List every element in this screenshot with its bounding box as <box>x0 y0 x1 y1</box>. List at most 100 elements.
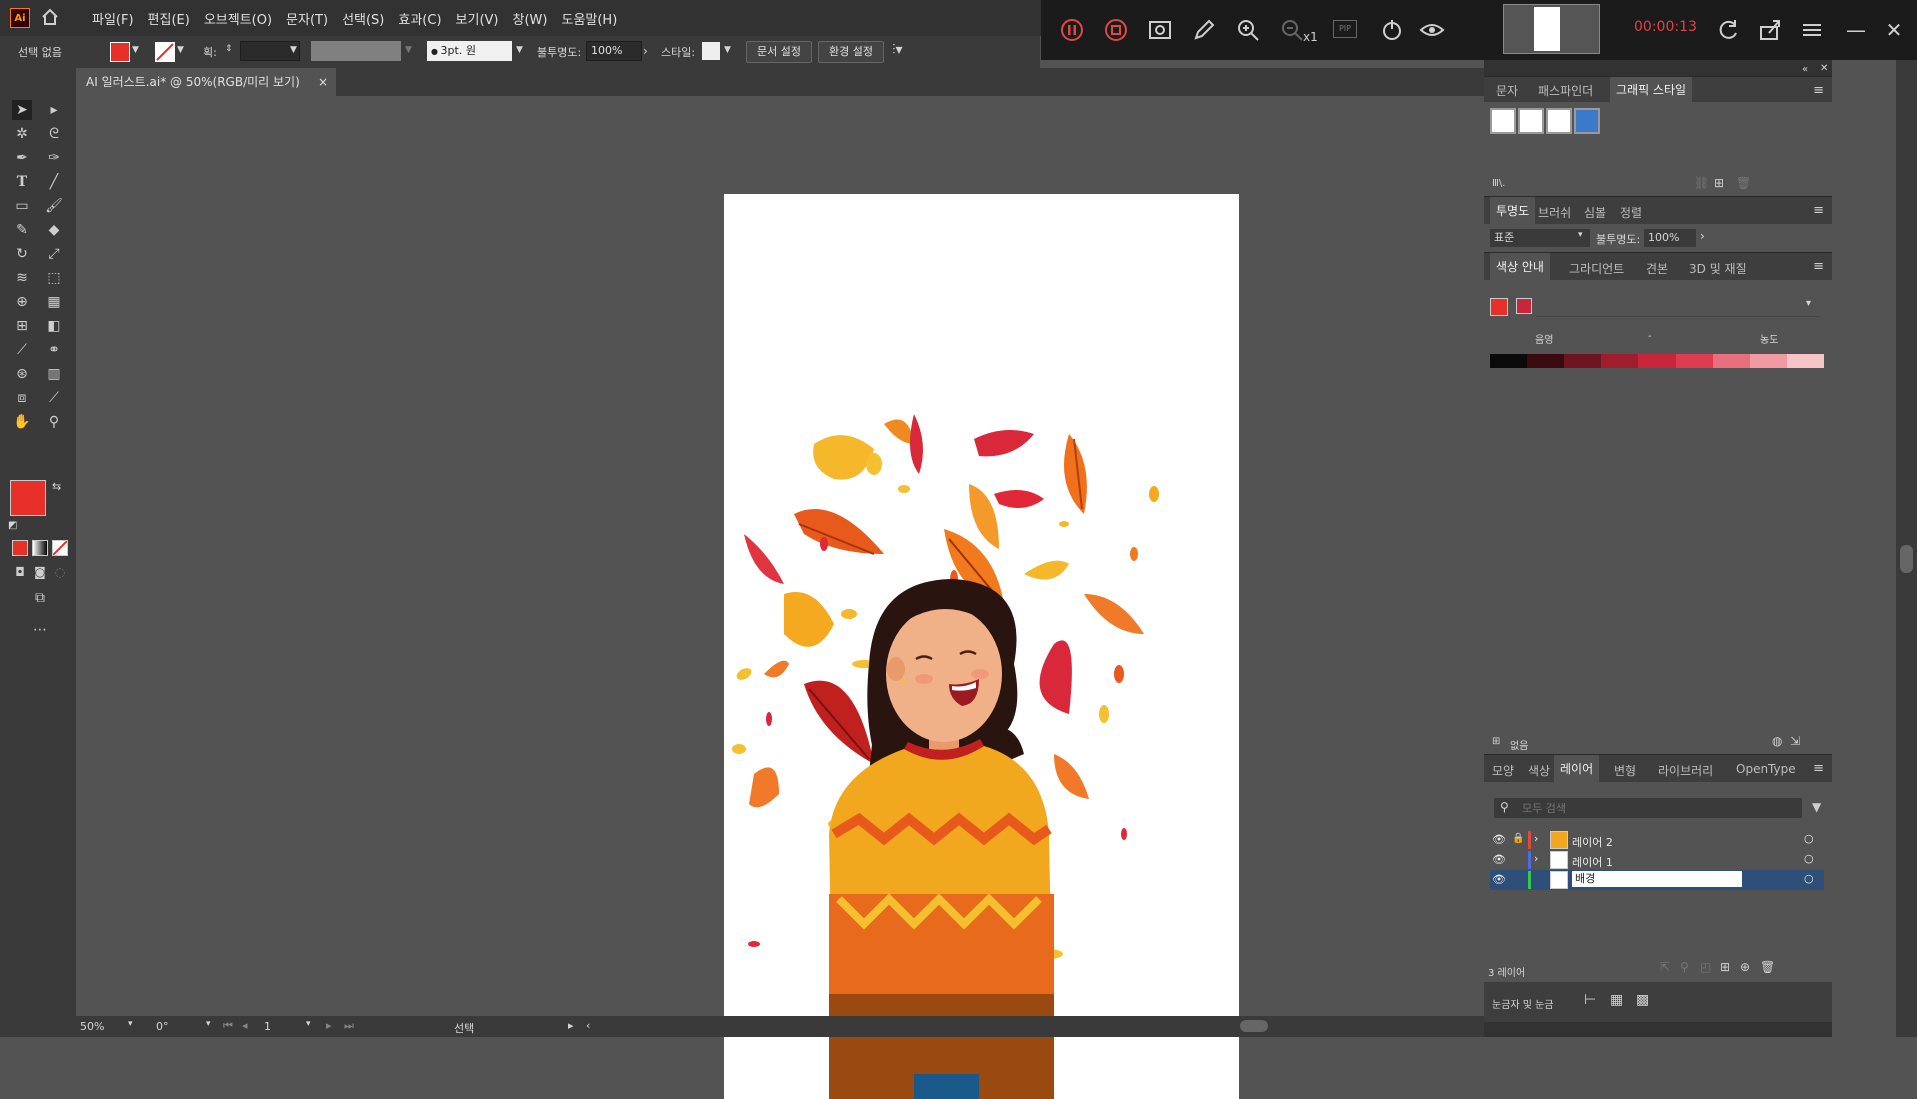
style-blue-swirl[interactable] <box>1574 108 1600 134</box>
next-artboard-icon[interactable]: ▸ <box>326 1019 332 1032</box>
color-mode-icon[interactable] <box>12 540 28 556</box>
guide-color-cell[interactable] <box>1786 354 1824 368</box>
edit-toolbar-icon[interactable]: ⋯ <box>30 620 50 640</box>
guide-color-cell[interactable] <box>1601 354 1639 368</box>
graph-tool-icon[interactable]: ▥ <box>44 364 64 384</box>
export-layer-icon[interactable]: ⇱ <box>1660 960 1670 974</box>
magic-wand-icon[interactable]: ✲ <box>12 124 32 144</box>
fill-swatch[interactable] <box>110 42 130 62</box>
tab-brushes[interactable]: 브러쉬 <box>1538 204 1571 221</box>
new-sublayer-icon[interactable]: ⊞ <box>1720 960 1730 974</box>
slice-tool-icon[interactable]: ⟋ <box>44 388 64 408</box>
hand-tool-icon[interactable]: ✋ <box>12 412 32 432</box>
curvature-tool-icon[interactable]: ✑ <box>44 148 64 168</box>
visibility-icon[interactable]: 👁 <box>1492 853 1506 866</box>
tab-appearance[interactable]: 모양 <box>1492 762 1514 779</box>
menu-window[interactable]: 창(W) <box>513 9 548 28</box>
menu-type[interactable]: 문자(T) <box>286 9 328 28</box>
tab-gradient[interactable]: 그라디언트 <box>1569 260 1624 277</box>
artboard[interactable] <box>724 194 1239 1099</box>
layer-row-background[interactable]: 👁 배경 ○ <box>1490 870 1824 890</box>
menu-select[interactable]: 선택(S) <box>342 9 384 28</box>
type-tool-icon[interactable]: T <box>12 172 32 192</box>
stroke-swatch[interactable] <box>155 42 175 62</box>
guide-color-cell[interactable] <box>1564 354 1602 368</box>
minimize-icon[interactable]: — <box>1843 17 1869 43</box>
opacity-input[interactable]: 100% <box>586 41 642 61</box>
transparency-opacity-expand-icon[interactable]: › <box>1700 229 1705 243</box>
rotation-value[interactable]: 0° <box>156 1020 196 1033</box>
layer-row-2[interactable]: 👁 🔒 › 레이어 2 ○ <box>1490 830 1824 850</box>
paintbrush-icon[interactable]: 🖌 <box>44 196 64 216</box>
style-dropdown-icon[interactable]: ▼ <box>724 45 731 55</box>
export-icon[interactable] <box>1757 17 1783 43</box>
swap-colors-icon[interactable]: ⇆ <box>52 480 61 493</box>
vertical-scroll-thumb[interactable] <box>1900 545 1913 573</box>
graphic-style-swatch[interactable] <box>702 42 720 60</box>
visibility-icon[interactable]: 👁 <box>1492 873 1506 886</box>
last-artboard-icon[interactable]: ⏭ <box>344 1019 354 1033</box>
artboard-tool-icon[interactable]: ⧈ <box>12 388 32 408</box>
default-colors-icon[interactable]: ◩ <box>8 520 17 531</box>
refresh-icon[interactable] <box>1715 17 1741 43</box>
swatch-library-icon[interactable]: ⊞ <box>1492 736 1500 747</box>
selection-tool-icon[interactable]: ➤ <box>12 100 32 120</box>
ruler-icon[interactable]: ⊢ <box>1584 992 1596 1008</box>
tab-3d-materials[interactable]: 3D 및 재질 <box>1689 260 1747 277</box>
harmony-dropdown-icon[interactable]: ▾ <box>1806 298 1811 309</box>
settings-icon[interactable] <box>1799 17 1825 43</box>
layers-menu-icon[interactable]: ≡ <box>1813 761 1824 776</box>
guide-color-cell[interactable] <box>1749 354 1787 368</box>
scale-tool-icon[interactable]: ⤢ <box>44 244 64 264</box>
draw-behind-icon[interactable]: ◙ <box>30 562 50 582</box>
new-style-icon[interactable]: ⊞ <box>1714 176 1724 190</box>
guide-color-cell[interactable] <box>1712 354 1750 368</box>
pen-tool-icon[interactable]: ✒ <box>12 148 32 168</box>
target-icon[interactable]: ○ <box>1804 872 1814 885</box>
stroke-stepper-icon[interactable]: ⇕ <box>225 44 233 54</box>
zoom-tool-icon[interactable]: ⚲ <box>44 412 64 432</box>
free-transform-icon[interactable]: ⬚ <box>44 268 64 288</box>
guide-color-cell[interactable] <box>1490 354 1528 368</box>
artboard-dropdown-icon[interactable]: ▾ <box>306 1019 311 1029</box>
prev-artboard-icon[interactable]: ◂ <box>242 1019 248 1032</box>
zoom-in-icon[interactable] <box>1235 17 1261 43</box>
style-default[interactable] <box>1490 108 1516 134</box>
target-icon[interactable]: ○ <box>1804 852 1814 865</box>
close-recorder-icon[interactable]: ✕ <box>1881 17 1907 43</box>
first-artboard-icon[interactable]: ⏮ <box>223 1019 233 1033</box>
tab-graphic-styles[interactable]: 그래픽 스타일 <box>1610 77 1693 103</box>
vertical-scrollbar[interactable] <box>1896 60 1917 1037</box>
expand-icon[interactable]: › <box>1534 832 1538 845</box>
base-color-swatch[interactable] <box>1490 298 1508 316</box>
scroll-left-icon[interactable]: ‹ <box>586 1019 590 1032</box>
edit-colors-icon[interactable]: ◍ <box>1772 734 1782 748</box>
color-guide-menu-icon[interactable]: ≡ <box>1813 259 1824 274</box>
layer-name[interactable]: 레이어 1 <box>1572 854 1613 870</box>
blend-mode-dropdown-icon[interactable]: ▾ <box>1578 230 1583 240</box>
transparency-grid-icon[interactable]: ▩ <box>1636 992 1649 1008</box>
collapse-panels-icon[interactable]: « <box>1802 64 1808 75</box>
fill-dropdown-icon[interactable]: ▼ <box>132 45 139 55</box>
direct-selection-tool-icon[interactable]: ▸ <box>44 100 64 120</box>
rotation-dropdown-icon[interactable]: ▾ <box>206 1019 211 1029</box>
grid-icon[interactable]: ▦ <box>1610 992 1623 1008</box>
tab-color-guide[interactable]: 색상 안내 <box>1490 253 1550 281</box>
color-guide-strip[interactable] <box>1490 354 1824 368</box>
menu-edit[interactable]: 편집(E) <box>148 9 190 28</box>
tab-align[interactable]: 정렬 <box>1620 204 1642 221</box>
zoom-level[interactable]: 50% <box>80 1020 122 1033</box>
expand-icon[interactable]: › <box>1534 852 1538 865</box>
menu-object[interactable]: 오브젝트(O) <box>204 9 272 28</box>
visibility-icon[interactable]: 👁 <box>1492 833 1506 846</box>
layer-name-edit-field[interactable]: 배경 <box>1572 871 1742 887</box>
document-tab[interactable]: AI 일러스트.ai* @ 50%(RGB/미리 보기) × <box>76 68 336 96</box>
arrange-docs-icon[interactable]: ⫶▾ <box>892 42 903 58</box>
rectangle-tool-icon[interactable]: ▭ <box>12 196 32 216</box>
eyedropper-icon[interactable]: ⟋ <box>12 340 32 360</box>
guide-color-cell[interactable] <box>1638 354 1676 368</box>
warp-tool-icon[interactable]: ≋ <box>12 268 32 288</box>
pencil-icon[interactable] <box>1191 17 1217 43</box>
canvas-area[interactable] <box>76 96 1484 1099</box>
pause-icon[interactable] <box>1059 17 1085 43</box>
